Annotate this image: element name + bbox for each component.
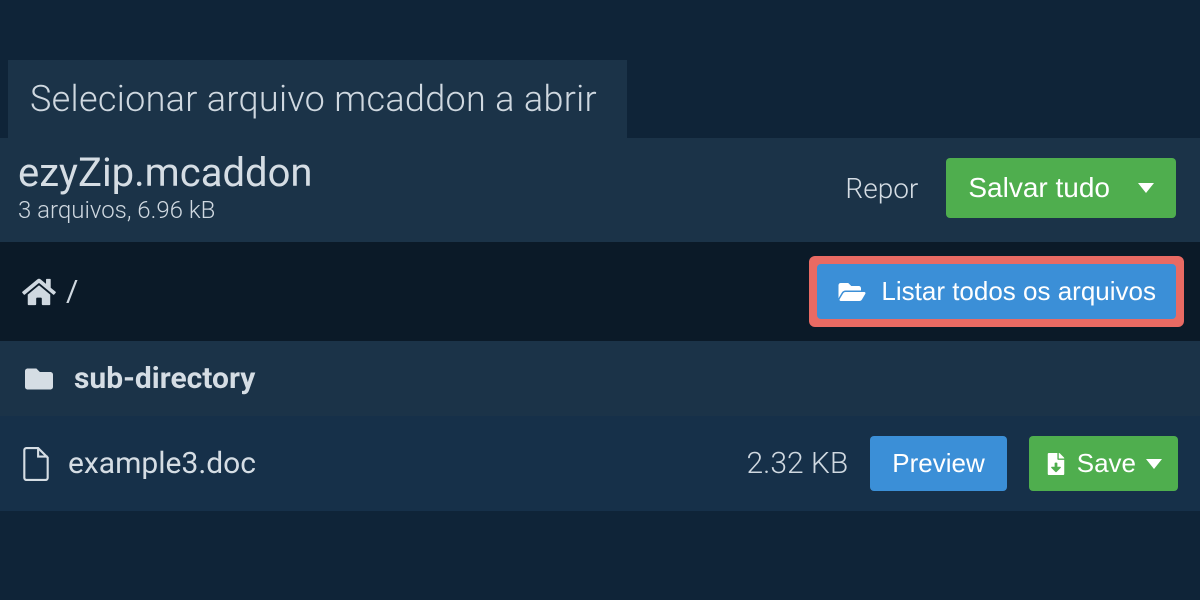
list-item[interactable]: example3.doc 2.32 KB Preview Save (0, 416, 1200, 511)
list-all-label: Listar todos os arquivos (881, 276, 1156, 307)
list-all-files-button[interactable]: Listar todos os arquivos (817, 264, 1176, 319)
file-header: ezyZip.mcaddon 3 arquivos, 6.96 kB Repor… (0, 138, 1200, 242)
home-icon[interactable] (22, 277, 56, 307)
file-meta: 3 arquivos, 6.96 kB (18, 196, 312, 224)
file-row-name: example3.doc (68, 446, 256, 481)
list-item[interactable]: sub-directory (0, 341, 1200, 416)
folder-name: sub-directory (74, 361, 255, 396)
tab-title: Selecionar arquivo mcaddon a abrir (30, 78, 597, 120)
download-icon (1045, 453, 1067, 475)
save-label: Save (1077, 448, 1136, 479)
folder-open-icon (837, 280, 867, 304)
folder-icon (22, 365, 56, 393)
save-all-label: Salvar tudo (968, 172, 1110, 204)
tab-select-file[interactable]: Selecionar arquivo mcaddon a abrir (8, 60, 627, 138)
highlight-box: Listar todos os arquivos (809, 256, 1184, 327)
reset-link[interactable]: Repor (845, 172, 918, 205)
file-info: ezyZip.mcaddon 3 arquivos, 6.96 kB (18, 152, 312, 224)
save-all-button[interactable]: Salvar tudo (946, 158, 1176, 218)
breadcrumb-bar: / Listar todos os arquivos (0, 242, 1200, 341)
save-button[interactable]: Save (1029, 436, 1178, 491)
file-icon (22, 447, 50, 481)
caret-down-icon (1138, 183, 1154, 193)
caret-down-icon (1146, 459, 1162, 469)
file-size: 2.32 KB (747, 446, 849, 481)
preview-button[interactable]: Preview (870, 436, 1006, 491)
file-name: ezyZip.mcaddon (18, 152, 312, 194)
breadcrumb-separator: / (66, 274, 78, 309)
